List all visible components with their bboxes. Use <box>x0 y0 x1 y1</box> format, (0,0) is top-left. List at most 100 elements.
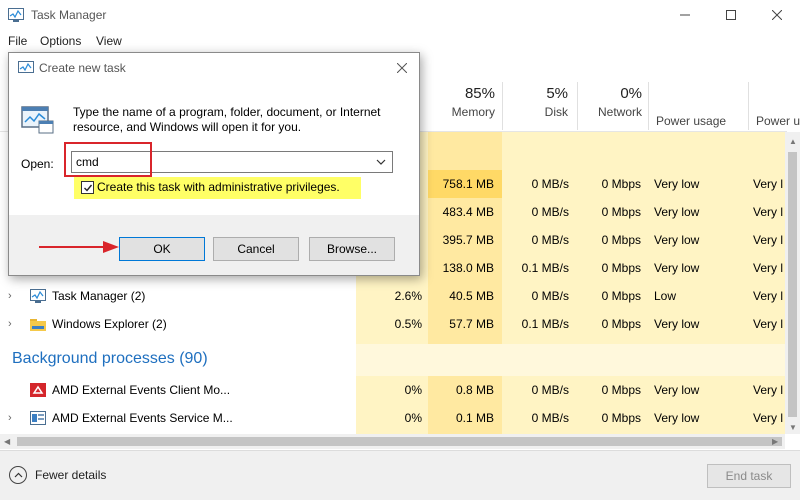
minimize-icon <box>680 14 690 16</box>
table-row-amd-service[interactable]: › AMD External Events Service M... 0% 0.… <box>0 404 787 432</box>
scroll-down-icon[interactable]: ▼ <box>789 423 797 432</box>
cpu-cell: 2.6% <box>394 289 422 303</box>
ok-button[interactable]: OK <box>119 237 205 261</box>
scroll-up-icon[interactable]: ▲ <box>789 137 797 146</box>
column-separator <box>648 82 649 130</box>
network-percent: 0% <box>620 85 642 102</box>
folder-icon <box>30 319 46 331</box>
memory-cell: 0.8 MB <box>455 383 494 397</box>
dialog-title: Create new task <box>39 61 126 75</box>
dialog-close-button[interactable] <box>393 59 411 77</box>
network-cell: 0 Mbps <box>601 411 641 425</box>
task-manager-icon <box>30 289 46 303</box>
browse-button[interactable]: Browse... <box>309 237 395 261</box>
maximize-icon <box>726 10 736 20</box>
network-cell: 0 Mbps <box>601 233 641 247</box>
menu-file[interactable]: File <box>8 34 27 48</box>
process-name: Windows Explorer (2) <box>52 317 167 331</box>
dialog-title-bar: Create new task <box>9 53 419 83</box>
memory-cell: 483.4 MB <box>442 205 494 219</box>
table-row-task-manager[interactable]: › Task Manager (2) 2.6% 40.5 MB 0 MB/s 0… <box>0 282 787 310</box>
column-network[interactable]: 0% Network <box>585 85 642 119</box>
expand-chevron-icon[interactable]: › <box>8 404 12 432</box>
annotation-arrow-icon <box>39 241 119 253</box>
power-trend-cell: Very l <box>753 383 784 397</box>
cpu-cell: 0.5% <box>394 317 422 331</box>
disk-cell: 0 MB/s <box>531 411 569 425</box>
create-new-task-dialog: Create new task Type the name of a progr… <box>8 52 420 276</box>
scroll-right-icon[interactable]: ▶ <box>772 437 778 446</box>
menu-view[interactable]: View <box>96 34 122 48</box>
title-bar: Task Manager <box>0 0 800 30</box>
power-trend-cell: Very l <box>753 289 784 303</box>
amd-icon <box>30 383 46 397</box>
column-separator <box>502 82 503 130</box>
cpu-cell: 0% <box>404 383 422 397</box>
disk-cell: 0.1 MB/s <box>521 261 569 275</box>
cancel-button[interactable]: Cancel <box>213 237 299 261</box>
disk-cell: 0 MB/s <box>531 205 569 219</box>
power-cell: Very low <box>654 383 700 397</box>
annotation-highlight-box <box>64 142 152 177</box>
power-cell: Low <box>654 289 677 303</box>
process-name: AMD External Events Service M... <box>52 411 233 425</box>
footer-bar <box>0 450 800 500</box>
chevron-down-icon[interactable] <box>375 157 387 167</box>
column-memory[interactable]: 85% Memory <box>430 85 495 119</box>
power-trend-cell: Very l <box>753 411 784 425</box>
table-row-amd-client[interactable]: AMD External Events Client Mo... 0% 0.8 … <box>0 376 787 404</box>
fewer-details-link[interactable]: Fewer details <box>35 468 106 482</box>
close-button[interactable] <box>754 0 800 30</box>
memory-cell: 138.0 MB <box>442 261 494 275</box>
close-icon <box>397 63 407 73</box>
expand-chevron-icon[interactable]: › <box>8 282 12 310</box>
memory-cell: 758.1 MB <box>442 177 494 191</box>
network-cell: 0 Mbps <box>601 317 641 331</box>
table-row-windows-explorer[interactable]: › Windows Explorer (2) 0.5% 57.7 MB 0.1 … <box>0 310 787 338</box>
horizontal-scroll-thumb[interactable] <box>17 437 782 446</box>
memory-cell: 40.5 MB <box>449 289 494 303</box>
power-cell: Very low <box>654 317 700 331</box>
expand-chevron-icon[interactable]: › <box>8 310 12 338</box>
power-cell: Very low <box>654 177 700 191</box>
memory-cell: 395.7 MB <box>442 233 494 247</box>
disk-cell: 0 MB/s <box>531 383 569 397</box>
column-separator <box>748 82 749 130</box>
disk-label: Disk <box>544 105 568 119</box>
power-trend-cell: Very l <box>753 233 784 247</box>
column-power-usage[interactable]: Power usage <box>656 111 746 128</box>
disk-cell: 0 MB/s <box>531 289 569 303</box>
power-cell: Very low <box>654 233 700 247</box>
power-trend-cell: Very l <box>753 205 784 219</box>
memory-percent: 85% <box>464 85 495 102</box>
window-title: Task Manager <box>31 8 107 22</box>
menu-options[interactable]: Options <box>40 34 81 48</box>
collapse-chevron-icon[interactable] <box>9 466 27 484</box>
vertical-scroll-thumb[interactable] <box>788 152 797 417</box>
service-icon <box>30 411 46 425</box>
power-usage-label: Power usage <box>656 114 727 128</box>
disk-cell: 0 MB/s <box>531 233 569 247</box>
power-cell: Very low <box>654 261 700 275</box>
network-label: Network <box>597 105 642 119</box>
background-processes-heading: Background processes (90) <box>12 350 208 367</box>
network-cell: 0 Mbps <box>601 289 641 303</box>
power-cell: Very low <box>654 205 700 219</box>
scroll-left-icon[interactable]: ◀ <box>4 437 10 446</box>
close-icon <box>772 10 782 20</box>
maximize-button[interactable] <box>708 0 754 30</box>
run-small-icon <box>18 61 34 73</box>
minimize-button[interactable] <box>662 0 708 30</box>
network-cell: 0 Mbps <box>601 177 641 191</box>
admin-privileges-checkbox[interactable] <box>81 181 94 194</box>
end-task-button[interactable]: End task <box>707 464 791 488</box>
memory-cell: 0.1 MB <box>455 411 494 425</box>
admin-privileges-label[interactable]: Create this task with administrative pri… <box>97 180 340 194</box>
column-disk[interactable]: 5% Disk <box>510 85 568 119</box>
power-trend-cell: Very l <box>753 261 784 275</box>
disk-percent: 5% <box>546 85 568 102</box>
column-power-trend[interactable]: Power u <box>756 111 800 128</box>
section-row-bg <box>356 344 785 376</box>
column-separator <box>577 82 578 130</box>
run-program-icon <box>21 106 54 134</box>
